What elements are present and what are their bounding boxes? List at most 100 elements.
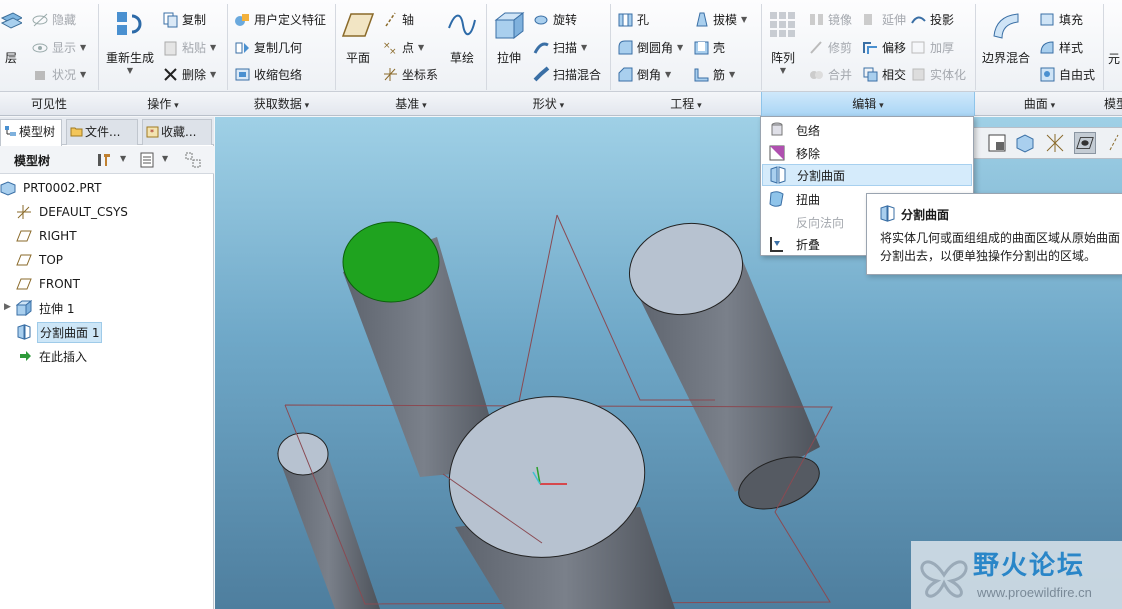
tree-item-part[interactable]: PRT0002.PRT: [0, 177, 210, 199]
shell-button[interactable]: 壳: [693, 36, 725, 58]
revolve-icon: [534, 15, 548, 24]
tab-model-tree[interactable]: 模型树: [0, 119, 62, 146]
menu-item-remove[interactable]: 移除: [762, 142, 972, 164]
rib-button[interactable]: 筋 ▼: [693, 63, 735, 85]
show-options-icon[interactable]: [138, 151, 156, 169]
axis-label: 轴: [402, 12, 415, 27]
csys-button[interactable]: 坐标系: [382, 63, 438, 85]
udf-button[interactable]: 用户定义特征: [234, 8, 326, 30]
group-get-data[interactable]: 获取数据: [228, 92, 335, 116]
extrude-button[interactable]: 拉伸: [492, 10, 526, 66]
sweep-icon: [533, 42, 549, 54]
tree-item-label: DEFAULT_CSYS: [39, 205, 128, 219]
regenerate-icon: [117, 12, 142, 35]
copy-geometry-icon: [235, 42, 249, 53]
tree-item-right-plane[interactable]: RIGHT: [16, 225, 226, 247]
layers-button[interactable]: 层: [0, 10, 24, 66]
boundary-blend-button[interactable]: 边界混合: [980, 10, 1032, 66]
solidify-button[interactable]: 实体化: [910, 63, 966, 85]
show-button[interactable]: 显示 ▼: [32, 36, 86, 58]
style-button[interactable]: 样式: [1039, 36, 1083, 58]
group-editing[interactable]: 编辑: [761, 92, 975, 116]
settings-dropdown-caret[interactable]: ▼: [120, 154, 126, 163]
project-button[interactable]: 投影: [910, 8, 954, 30]
split-surface-icon: [770, 166, 786, 184]
group-shapes[interactable]: 形状: [487, 92, 610, 116]
menu-item-wrap[interactable]: 包络: [762, 119, 972, 141]
draft-button[interactable]: 拔模 ▼: [693, 8, 747, 30]
tree-item-top-plane[interactable]: TOP: [16, 249, 226, 271]
regenerate-button[interactable]: 重新生成 ▼: [104, 8, 156, 75]
mirror-button[interactable]: 镜像: [808, 8, 852, 30]
paste-button[interactable]: 粘贴 ▼: [162, 36, 216, 58]
saved-views-icon[interactable]: [986, 132, 1008, 154]
intersect-button[interactable]: 相交: [862, 63, 906, 85]
shrinkwrap-button[interactable]: 收缩包络: [234, 63, 302, 85]
tree-item-insert-here[interactable]: 在此插入: [16, 345, 226, 367]
show-dropdown-caret[interactable]: ▼: [162, 154, 168, 163]
datum-display-icon[interactable]: [1044, 132, 1066, 154]
group-model-intent[interactable]: 模型: [1104, 92, 1122, 116]
group-engineering[interactable]: 工程: [611, 92, 761, 116]
tab-favorites-label: 收藏...: [161, 125, 197, 139]
menu-item-label: 移除: [796, 146, 821, 161]
menu-item-split-surface[interactable]: 分割曲面: [762, 164, 972, 186]
status-button[interactable]: 状况 ▼: [32, 63, 86, 85]
axis-button[interactable]: 轴: [382, 8, 414, 30]
plane-label: 平面: [345, 51, 370, 65]
merge-icon: [810, 70, 823, 79]
trim-button[interactable]: 修剪: [808, 36, 852, 58]
round-button[interactable]: 倒圆角 ▼: [617, 36, 683, 58]
trim-label: 修剪: [828, 40, 853, 55]
tree-item-front-plane[interactable]: FRONT: [16, 273, 226, 295]
copy-button[interactable]: 复制: [162, 8, 206, 30]
wrap-icon: [771, 122, 783, 136]
expand-arrow-icon[interactable]: ▶: [4, 302, 11, 312]
model-intent-button[interactable]: 元: [1106, 10, 1122, 67]
graphics-viewport[interactable]: [215, 117, 1122, 609]
plane-button[interactable]: 平面: [340, 10, 376, 66]
group-operations[interactable]: 操作: [99, 92, 227, 116]
delete-button[interactable]: 删除 ▼: [162, 63, 216, 85]
hide-button[interactable]: 隐藏: [32, 8, 76, 30]
tab-folder-browser[interactable]: 文件...: [66, 119, 138, 145]
split-surface-icon: [880, 205, 895, 222]
hole-button[interactable]: 孔: [617, 8, 649, 30]
tree-item-label: 拉伸 1: [39, 301, 75, 316]
model-geometry: [277, 214, 833, 609]
merge-button[interactable]: 合并: [808, 63, 852, 85]
plane-display-icon[interactable]: [1074, 132, 1096, 154]
swept-blend-button[interactable]: 扫描混合: [533, 63, 601, 85]
chamfer-button[interactable]: 倒角 ▼: [617, 63, 671, 85]
tree-item-csys[interactable]: DEFAULT_CSYS: [16, 201, 226, 223]
small-cylinder-top-face[interactable]: [277, 432, 329, 476]
extend-button[interactable]: 延伸: [862, 8, 906, 30]
sweep-button[interactable]: 扫描 ▼: [533, 36, 587, 58]
selected-green-face[interactable]: [342, 221, 440, 303]
watermark: 野火论坛 www.proewildfire.cn: [911, 541, 1122, 609]
settings-tools-icon[interactable]: [96, 151, 114, 169]
copy-geometry-button[interactable]: 复制几何: [234, 36, 302, 58]
revolve-button[interactable]: 旋转: [533, 8, 577, 30]
sketch-button[interactable]: 草绘: [445, 10, 479, 66]
freestyle-button[interactable]: 自由式: [1039, 63, 1095, 85]
pattern-button[interactable]: 阵列 ▼: [766, 10, 800, 75]
group-datum[interactable]: 基准: [336, 92, 486, 116]
thicken-button[interactable]: 加厚: [910, 36, 954, 58]
offset-button[interactable]: 偏移: [862, 36, 906, 58]
plane-icon: [341, 13, 375, 37]
rib-label: 筋: [713, 67, 726, 82]
reorient-icon[interactable]: [1014, 132, 1036, 154]
fill-button[interactable]: 填充: [1039, 8, 1083, 30]
tree-item-split-surface[interactable]: 分割曲面 1: [16, 321, 226, 343]
filter-icon[interactable]: [184, 151, 202, 169]
chamfer-label: 倒角: [637, 67, 662, 82]
insert-arrow-icon: [20, 351, 31, 361]
axis-display-icon[interactable]: [1104, 132, 1122, 154]
point-button[interactable]: × × 点 ▼: [382, 36, 424, 58]
menu-item-label: 包络: [796, 123, 821, 138]
tree-item-extrude[interactable]: 拉伸 1: [16, 297, 226, 319]
tab-favorites[interactable]: * 收藏...: [142, 119, 212, 145]
round-label: 倒圆角: [637, 40, 674, 55]
group-surfaces[interactable]: 曲面: [976, 92, 1103, 116]
